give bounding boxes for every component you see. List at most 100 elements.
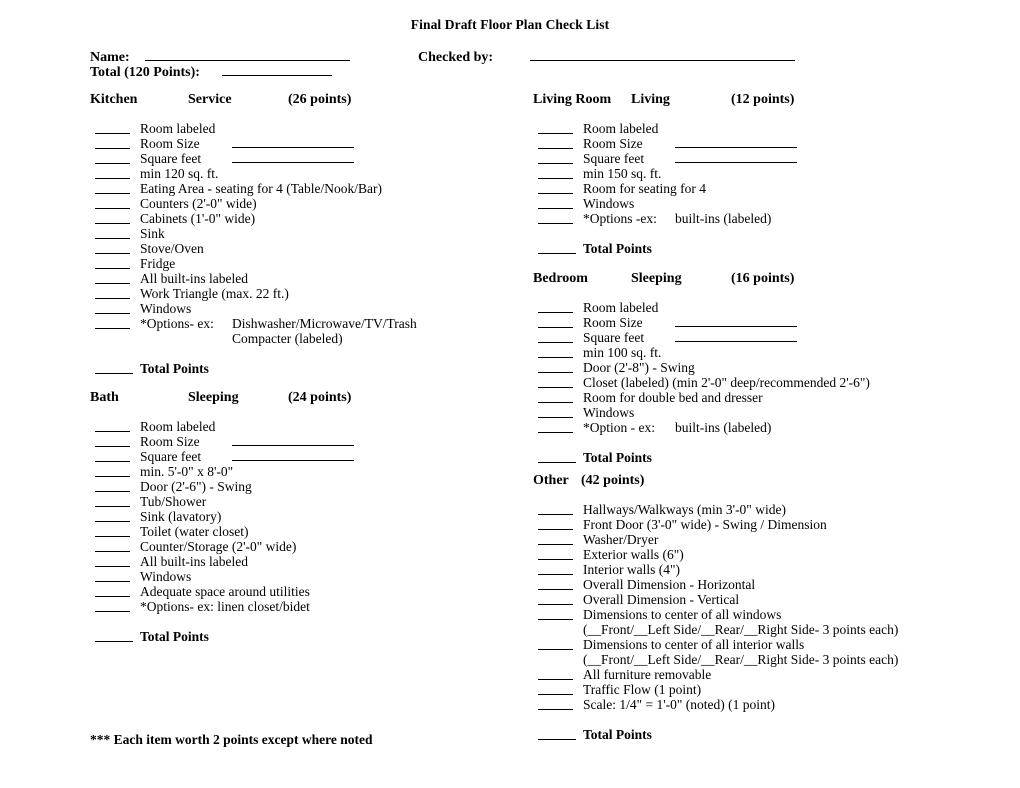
score-blank[interactable] xyxy=(538,223,573,224)
total-points-input-rule[interactable] xyxy=(222,63,332,76)
score-blank[interactable] xyxy=(538,709,573,710)
checklist-item-label: *Options- ex: linen closet/bidet xyxy=(140,599,310,614)
score-blank[interactable] xyxy=(538,178,573,179)
score-blank[interactable] xyxy=(538,514,573,515)
section-points: (42 points) xyxy=(581,473,645,488)
score-blank[interactable] xyxy=(95,506,130,507)
score-blank[interactable] xyxy=(95,431,130,432)
score-blank[interactable] xyxy=(538,193,573,194)
score-blank[interactable] xyxy=(538,604,573,605)
value-input-rule[interactable] xyxy=(675,326,797,327)
score-blank[interactable] xyxy=(538,619,573,620)
checklist-item: Adequate space around utilities xyxy=(90,584,560,599)
score-blank[interactable] xyxy=(95,536,130,537)
score-blank[interactable] xyxy=(95,148,130,149)
score-blank[interactable] xyxy=(95,163,130,164)
total-score-blank[interactable] xyxy=(95,373,133,374)
score-blank[interactable] xyxy=(538,357,573,358)
value-input-rule[interactable] xyxy=(675,341,797,342)
score-blank[interactable] xyxy=(95,253,130,254)
score-blank[interactable] xyxy=(95,193,130,194)
score-blank[interactable] xyxy=(95,581,130,582)
checklist-item-label: Eating Area - seating for 4 (Table/Nook/… xyxy=(140,181,382,196)
score-blank[interactable] xyxy=(538,148,573,149)
checklist-item-label: Room Size xyxy=(583,315,643,330)
value-input-rule[interactable] xyxy=(232,147,354,148)
checklist-item-detail: built-ins (labeled) xyxy=(675,211,772,226)
score-blank[interactable] xyxy=(538,559,573,560)
total-score-blank[interactable] xyxy=(538,462,576,463)
score-blank[interactable] xyxy=(95,566,130,567)
checked-by-label: Checked by: xyxy=(418,49,494,65)
score-blank[interactable] xyxy=(538,312,573,313)
total-score-blank[interactable] xyxy=(538,739,576,740)
checklist-item-label: Room Size xyxy=(140,136,200,151)
score-blank[interactable] xyxy=(538,529,573,530)
checklist-item-label: Windows xyxy=(583,196,635,211)
checked-by-input-rule[interactable] xyxy=(530,48,795,61)
score-blank[interactable] xyxy=(95,596,130,597)
score-blank[interactable] xyxy=(95,268,130,269)
checklist-item-label: Windows xyxy=(140,301,192,316)
value-input-rule[interactable] xyxy=(675,147,797,148)
score-blank[interactable] xyxy=(95,283,130,284)
checklist-item-label: Tub/Shower xyxy=(140,494,207,509)
value-input-rule[interactable] xyxy=(232,162,354,163)
checklist-item: Scale: 1/4" = 1'-0" (noted) (1 point) xyxy=(533,697,1003,712)
score-blank[interactable] xyxy=(538,342,573,343)
value-input-rule[interactable] xyxy=(232,460,354,461)
checklist-item: *Option - ex: built-ins (labeled) xyxy=(533,420,1003,435)
score-blank[interactable] xyxy=(538,133,573,134)
score-blank[interactable] xyxy=(95,133,130,134)
checklist-item: Interior walls (4") xyxy=(533,562,1003,577)
score-blank[interactable] xyxy=(538,589,573,590)
checklist-item-label: Door (2'-6") - Swing xyxy=(140,479,252,494)
score-blank[interactable] xyxy=(95,521,130,522)
checked-by-field-row: Checked by: xyxy=(418,48,795,66)
score-blank[interactable] xyxy=(538,679,573,680)
score-blank[interactable] xyxy=(538,544,573,545)
score-blank[interactable] xyxy=(95,461,130,462)
score-blank[interactable] xyxy=(538,432,573,433)
checklist-item: Square feet xyxy=(533,330,1003,345)
score-blank[interactable] xyxy=(538,208,573,209)
score-blank[interactable] xyxy=(538,694,573,695)
score-blank[interactable] xyxy=(95,328,130,329)
score-blank[interactable] xyxy=(538,649,573,650)
score-blank[interactable] xyxy=(95,208,130,209)
score-blank[interactable] xyxy=(538,402,573,403)
checklist-item: (__Front/__Left Side/__Rear/__Right Side… xyxy=(533,652,1003,667)
checklist-item-label: *Options -ex: xyxy=(583,211,657,226)
name-input-rule[interactable] xyxy=(145,48,350,61)
score-blank[interactable] xyxy=(95,238,130,239)
score-blank[interactable] xyxy=(95,446,130,447)
score-blank[interactable] xyxy=(95,491,130,492)
score-blank[interactable] xyxy=(95,313,130,314)
score-blank[interactable] xyxy=(95,551,130,552)
score-blank[interactable] xyxy=(95,298,130,299)
score-blank[interactable] xyxy=(538,387,573,388)
value-input-rule[interactable] xyxy=(675,162,797,163)
score-blank[interactable] xyxy=(538,417,573,418)
score-blank[interactable] xyxy=(95,178,130,179)
checklist-item: Square feet xyxy=(533,151,1003,166)
score-blank[interactable] xyxy=(538,574,573,575)
checklist-item: Room for double bed and dresser xyxy=(533,390,1003,405)
checklist-item-label: Square feet xyxy=(583,151,645,166)
value-input-rule[interactable] xyxy=(232,445,354,446)
score-blank[interactable] xyxy=(95,611,130,612)
score-blank[interactable] xyxy=(538,163,573,164)
checklist-item-label: Counters (2'-0" wide) xyxy=(140,196,257,211)
score-blank[interactable] xyxy=(538,327,573,328)
checklist-item: Room Size xyxy=(533,136,1003,151)
total-score-blank[interactable] xyxy=(95,641,133,642)
total-score-blank[interactable] xyxy=(538,253,576,254)
section-other: Other (42 points) Hallways/Walkways (min 3… xyxy=(533,473,1003,742)
section-total-row: Total Points xyxy=(533,727,1003,742)
score-blank[interactable] xyxy=(538,372,573,373)
score-blank[interactable] xyxy=(95,223,130,224)
section-living_room: Living Room Living (12 points) Room labeled… xyxy=(533,92,1003,256)
score-blank[interactable] xyxy=(95,476,130,477)
total-points-label: Total Points xyxy=(583,727,652,742)
